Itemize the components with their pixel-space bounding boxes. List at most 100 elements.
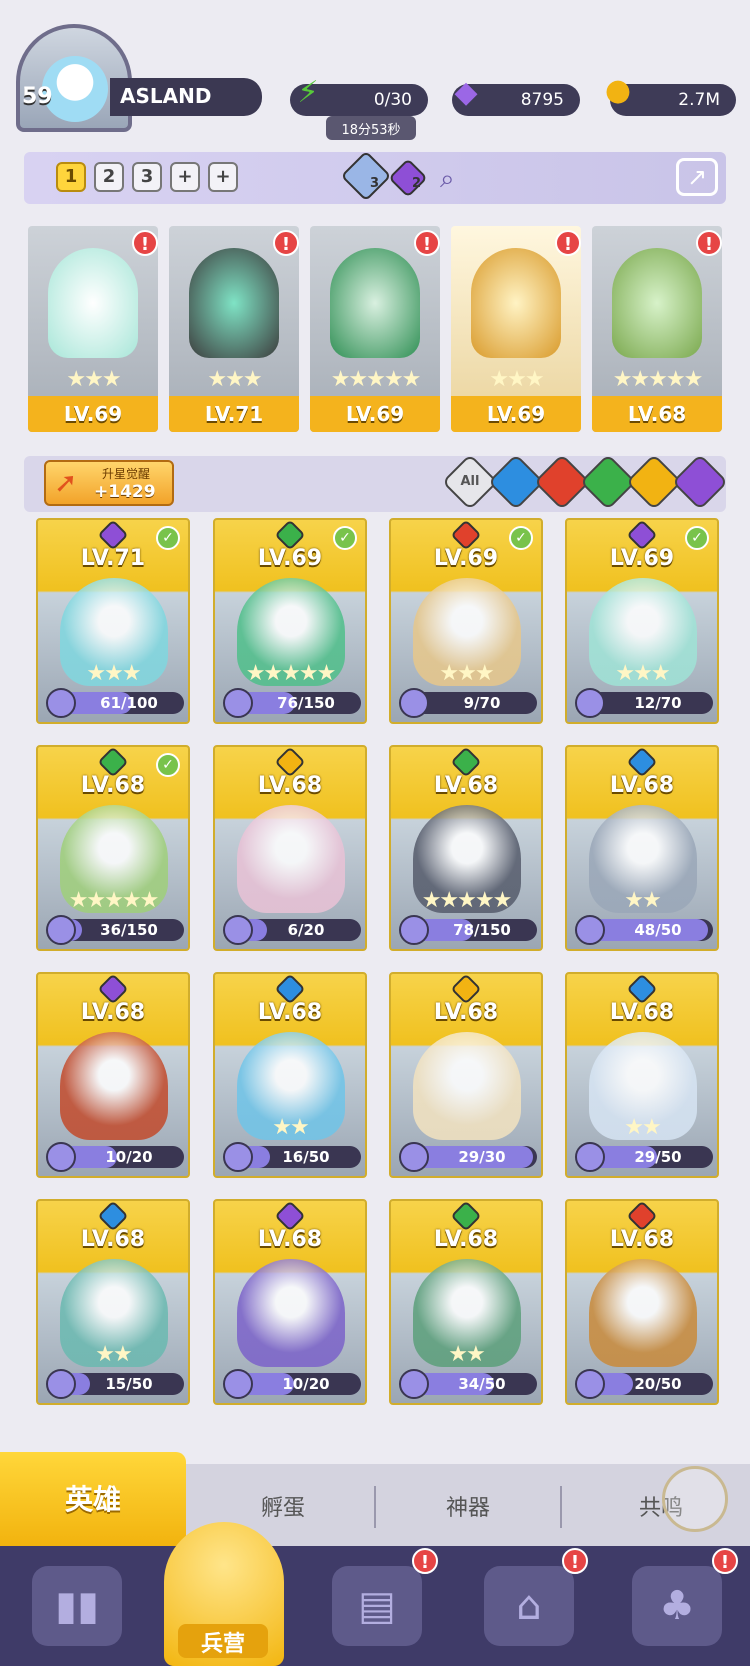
hero-card[interactable]: LV.68 ★★ 34/50 bbox=[389, 1199, 543, 1405]
tab-divider bbox=[374, 1486, 376, 1528]
hero-level: LV.68 bbox=[609, 1000, 675, 1025]
guild-icon[interactable]: ♣ bbox=[632, 1566, 722, 1646]
shard-icon bbox=[46, 1369, 76, 1399]
hero-card[interactable]: LV.68 ★★ 29/50 bbox=[565, 972, 719, 1178]
hero-card[interactable]: LV.68 ★★ 48/50 bbox=[565, 745, 719, 951]
hero-card[interactable]: ✓ LV.69 ★★★ 9/70 bbox=[389, 518, 543, 724]
tab-heroes[interactable]: 英雄 bbox=[0, 1452, 186, 1546]
team-member-card[interactable]: ★★★★★ LV.69 bbox=[310, 226, 440, 432]
alert-badge: ! bbox=[555, 230, 581, 256]
hero-card[interactable]: LV.68 ★★ 15/50 bbox=[36, 1199, 190, 1405]
shard-icon bbox=[399, 1369, 429, 1399]
hero-card[interactable]: LV.68 6/20 bbox=[213, 745, 367, 951]
star-awaken-value: +1429 bbox=[94, 482, 156, 502]
hero-portrait bbox=[589, 1259, 697, 1367]
shard-icon bbox=[46, 1142, 76, 1172]
shard-icon bbox=[575, 688, 605, 718]
gold-coin-icon[interactable]: ● bbox=[598, 70, 638, 110]
alert-badge: ! bbox=[712, 1548, 738, 1574]
shard-progress-bar: 76/150 bbox=[223, 688, 361, 718]
hero-portrait bbox=[189, 248, 279, 358]
map-book-icon[interactable]: ▤ bbox=[332, 1566, 422, 1646]
shard-progress-bar: 48/50 bbox=[575, 915, 713, 945]
hero-card[interactable]: ✓ LV.69 ★★★★★ 76/150 bbox=[213, 518, 367, 724]
shard-progress-bar: 34/50 bbox=[399, 1369, 537, 1399]
hero-card[interactable]: LV.68 10/20 bbox=[213, 1199, 367, 1405]
hero-card[interactable]: LV.68 20/50 bbox=[565, 1199, 719, 1405]
hero-card[interactable]: ✓ LV.69 ★★★ 12/70 bbox=[565, 518, 719, 724]
shard-progress-bar: 10/20 bbox=[223, 1369, 361, 1399]
alert-badge: ! bbox=[273, 230, 299, 256]
alert-badge: ! bbox=[132, 230, 158, 256]
hero-level: LV.68 bbox=[433, 1000, 499, 1025]
shard-icon bbox=[399, 688, 429, 718]
hero-card[interactable]: LV.68 ★★ 16/50 bbox=[213, 972, 367, 1178]
share-icon[interactable]: ↗ bbox=[676, 158, 718, 196]
team-tab-1[interactable]: 1 bbox=[56, 162, 86, 192]
sparkle-button-icon[interactable] bbox=[662, 1466, 728, 1532]
shard-count: 9/70 bbox=[463, 694, 501, 712]
shard-progress-bar: 61/100 bbox=[46, 688, 184, 718]
hero-card[interactable]: LV.68 10/20 bbox=[36, 972, 190, 1178]
hero-level: LV.68 bbox=[80, 773, 146, 798]
hero-level: LV.69 bbox=[310, 396, 440, 432]
shard-icon bbox=[575, 1369, 605, 1399]
hero-level: LV.68 bbox=[609, 773, 675, 798]
hero-level: LV.68 bbox=[433, 773, 499, 798]
hero-stars: ★★★★★ bbox=[612, 367, 704, 392]
hero-card[interactable]: LV.68 29/30 bbox=[389, 972, 543, 1178]
shard-count: 20/50 bbox=[634, 1375, 682, 1393]
hero-stars: ★★★ bbox=[615, 661, 670, 686]
hero-level: LV.68 bbox=[80, 1227, 146, 1252]
hero-stars: ★★★★★ bbox=[245, 661, 337, 686]
hero-stars: ★★★ bbox=[86, 661, 141, 686]
hero-card[interactable]: ✓ LV.68 ★★★★★ 36/150 bbox=[36, 745, 190, 951]
team-member-card[interactable]: ★★★ LV.69 bbox=[28, 226, 158, 432]
purple-badge-count: 2 bbox=[412, 176, 422, 191]
shard-count: 16/50 bbox=[282, 1148, 330, 1166]
tab-artifacts[interactable]: 神器 bbox=[393, 1490, 543, 1522]
hero-level: LV.71 bbox=[80, 546, 146, 571]
hero-stars: ★★★ bbox=[66, 367, 121, 392]
hero-level: LV.68 bbox=[257, 1227, 323, 1252]
star-awaken-label: 升星觉醒 bbox=[102, 467, 151, 481]
shard-progress-bar: 36/150 bbox=[46, 915, 184, 945]
hero-card[interactable]: LV.68 ★★★★★ 78/150 bbox=[389, 745, 543, 951]
team-tab-2[interactable]: 2 bbox=[94, 162, 124, 192]
shard-count: 78/150 bbox=[453, 921, 511, 939]
tab-hatch[interactable]: 孵蛋 bbox=[208, 1490, 358, 1522]
team-tab-add-1[interactable]: + bbox=[170, 162, 200, 192]
hero-stars: ★★ bbox=[448, 1342, 485, 1367]
hero-level: LV.68 bbox=[592, 396, 722, 432]
hero-level: LV.69 bbox=[609, 546, 675, 571]
shard-icon bbox=[575, 915, 605, 945]
shard-progress-bar: 29/30 bbox=[399, 1142, 537, 1172]
team-member-card[interactable]: ★★★ LV.69 bbox=[451, 226, 581, 432]
shard-count: 36/150 bbox=[100, 921, 158, 939]
team-member-card[interactable]: ★★★★★ LV.68 bbox=[592, 226, 722, 432]
shard-progress-bar: 6/20 bbox=[223, 915, 361, 945]
shop-building-icon[interactable]: ⌂ bbox=[484, 1566, 574, 1646]
gem-icon[interactable]: ◆ bbox=[446, 72, 486, 112]
hero-level: LV.68 bbox=[257, 773, 323, 798]
search-icon[interactable]: ⌕ bbox=[440, 164, 455, 195]
energy-icon: ⚡ bbox=[297, 74, 319, 110]
hero-portrait bbox=[612, 248, 702, 358]
shard-icon bbox=[223, 1369, 253, 1399]
team-member-card[interactable]: ★★★ LV.71 bbox=[169, 226, 299, 432]
team-tab-3[interactable]: 3 bbox=[132, 162, 162, 192]
hero-stars: ★★★★★ bbox=[68, 888, 160, 913]
hero-stars: ★★ bbox=[95, 1342, 132, 1367]
shard-count: 29/50 bbox=[634, 1148, 682, 1166]
shard-count: 61/100 bbox=[100, 694, 158, 712]
hero-portrait bbox=[413, 1032, 521, 1140]
hero-level: LV.68 bbox=[433, 1227, 499, 1252]
shard-count: 10/20 bbox=[105, 1148, 153, 1166]
hero-card[interactable]: ✓ LV.71 ★★★ 61/100 bbox=[36, 518, 190, 724]
star-awaken-button[interactable]: ➚ 升星觉醒 +1429 bbox=[44, 460, 174, 506]
team-tab-add-2[interactable]: + bbox=[208, 162, 238, 192]
shard-count: 34/50 bbox=[458, 1375, 506, 1393]
hero-stars: ★★★ bbox=[207, 367, 262, 392]
cards-icon[interactable]: ▮▮ bbox=[32, 1566, 122, 1646]
alert-badge: ! bbox=[696, 230, 722, 256]
